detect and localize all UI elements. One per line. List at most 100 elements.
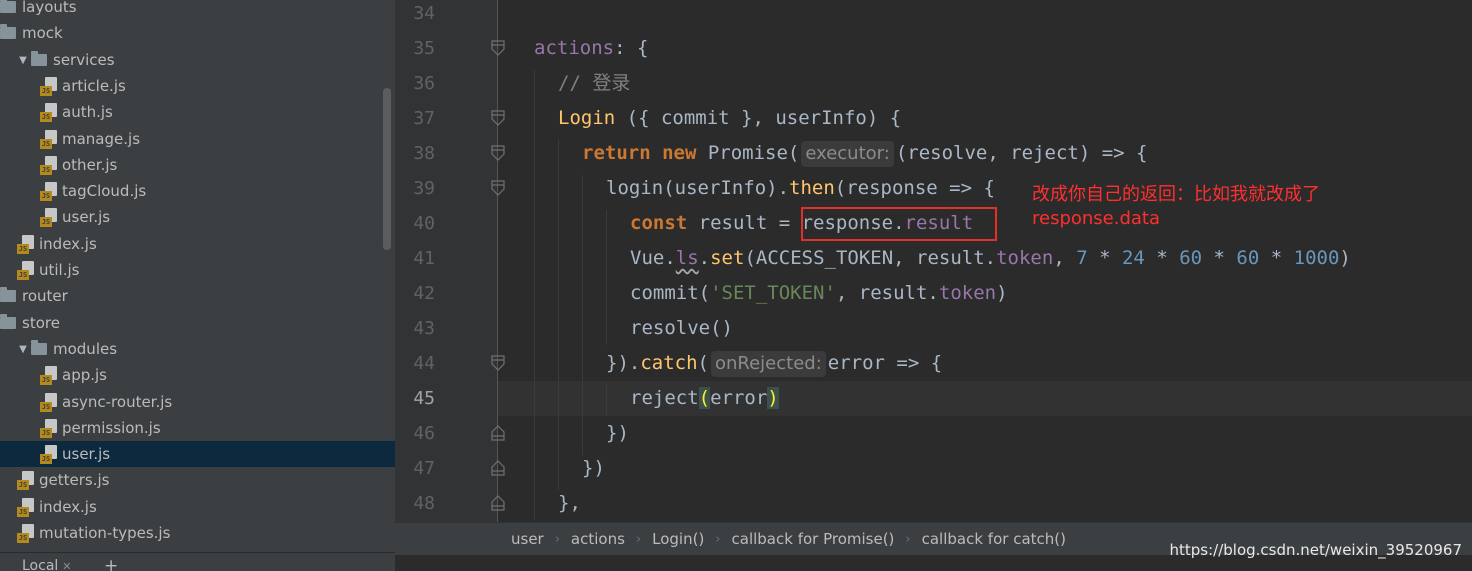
- line-number[interactable]: 36: [395, 66, 435, 101]
- terminal-tab-local[interactable]: Local ✕: [22, 558, 72, 571]
- code-line-44[interactable]: }).catch(onRejected: error => {: [606, 346, 942, 381]
- js-file-icon: JS: [40, 76, 58, 96]
- fold-marker-icon[interactable]: [491, 110, 505, 126]
- tree-item[interactable]: JS permission.js: [0, 415, 395, 441]
- annotation-text-line1: 改成你自己的返回：比如我就改成了: [1032, 184, 1320, 205]
- folder-icon: [0, 24, 16, 39]
- code-line-39[interactable]: login(userInfo).then(response => {: [606, 171, 995, 206]
- chevron-right-icon: ›: [715, 531, 721, 547]
- line-number[interactable]: 46: [395, 416, 435, 451]
- add-icon[interactable]: +: [104, 556, 118, 571]
- on-rejected-hint: onRejected:: [710, 350, 826, 377]
- breadcrumb-item[interactable]: user: [511, 530, 544, 548]
- tree-item[interactable]: mock: [0, 20, 395, 46]
- tree-item[interactable]: JS user.js: [0, 441, 395, 467]
- line-number[interactable]: 42: [395, 276, 435, 311]
- fold-marker-icon[interactable]: [491, 425, 505, 441]
- line-number[interactable]: 39: [395, 171, 435, 206]
- tree-item[interactable]: ▼ modules: [0, 336, 395, 362]
- js-file-icon: JS: [40, 444, 58, 464]
- breadcrumb-item[interactable]: Login(): [652, 530, 704, 548]
- project-tree: layouts mock ▼ services JS article.js JS auth.j…: [0, 0, 395, 552]
- code-line-43[interactable]: resolve(): [630, 311, 733, 346]
- tree-item[interactable]: layouts: [0, 0, 395, 20]
- tree-item-label: async-router.js: [62, 393, 173, 411]
- indent-guide: [606, 383, 607, 416]
- code-line-41[interactable]: Vue.ls.set(ACCESS_TOKEN, result.token, 7…: [630, 241, 1351, 276]
- folder-icon: [0, 0, 16, 13]
- code-line-37[interactable]: Login ({ commit }, userInfo) {: [558, 101, 901, 136]
- line-number[interactable]: 44: [395, 346, 435, 381]
- line-number[interactable]: 35: [395, 31, 435, 66]
- code-line-48[interactable]: },: [558, 486, 581, 521]
- tree-item[interactable]: JS tagCloud.js: [0, 178, 395, 204]
- tree-item[interactable]: JS index.js: [0, 231, 395, 257]
- code-line-42[interactable]: commit('SET_TOKEN', result.token): [630, 276, 1008, 311]
- tree-item[interactable]: JS article.js: [0, 73, 395, 99]
- watermark: https://blog.csdn.net/weixin_39520967: [1169, 541, 1462, 559]
- tree-item-label: other.js: [62, 156, 118, 174]
- tree-item-label: mock: [22, 24, 63, 42]
- breadcrumb-item[interactable]: callback for Promise(): [732, 530, 895, 548]
- code-line-47[interactable]: }): [582, 451, 605, 486]
- tree-item[interactable]: JS getters.js: [0, 467, 395, 493]
- tree-item[interactable]: JS user.js: [0, 204, 395, 230]
- code-line-46[interactable]: }): [606, 416, 629, 451]
- tree-item-label: index.js: [39, 498, 97, 516]
- line-number[interactable]: 34: [395, 0, 435, 31]
- tree-item-label: user.js: [62, 208, 111, 226]
- tree-item-label: layouts: [22, 0, 77, 16]
- tree-scrollbar[interactable]: [383, 88, 391, 250]
- chevron-right-icon: ›: [905, 531, 911, 547]
- tree-item[interactable]: ▼ services: [0, 47, 395, 73]
- tree-item[interactable]: store: [0, 310, 395, 336]
- code-line-35[interactable]: actions: {: [534, 31, 648, 66]
- tree-item[interactable]: JS index.js: [0, 494, 395, 520]
- js-file-icon: JS: [40, 129, 58, 149]
- folder-icon: [31, 340, 47, 355]
- tree-item-label: index.js: [39, 235, 97, 253]
- chevron-right-icon: ›: [554, 531, 560, 547]
- line-number[interactable]: 48: [395, 486, 435, 521]
- tree-item[interactable]: JS app.js: [0, 362, 395, 388]
- fold-marker-icon[interactable]: [491, 180, 505, 196]
- tree-item[interactable]: JS other.js: [0, 152, 395, 178]
- tree-item-label: auth.js: [62, 103, 113, 121]
- code-line-45[interactable]: reject(error): [630, 381, 779, 416]
- line-number[interactable]: 43: [395, 311, 435, 346]
- line-number[interactable]: 37: [395, 101, 435, 136]
- tree-item-label: store: [22, 314, 60, 332]
- tree-item[interactable]: JS manage.js: [0, 126, 395, 152]
- folder-icon: [0, 287, 16, 302]
- breadcrumb-item[interactable]: actions: [571, 530, 625, 548]
- tree-item[interactable]: JS mutation-types.js: [0, 520, 395, 546]
- breadcrumb-item[interactable]: callback for catch(): [922, 530, 1066, 548]
- code-editor[interactable]: 34 35 36 37 38 39 40 41 42 43 44 45 46 47 48 actions: …: [395, 0, 1472, 522]
- line-number[interactable]: 40: [395, 206, 435, 241]
- close-icon[interactable]: ✕: [62, 560, 71, 571]
- tree-item-label: services: [53, 51, 115, 69]
- tree-item[interactable]: JS auth.js: [0, 99, 395, 125]
- executor-hint: executor:: [801, 140, 894, 167]
- line-number[interactable]: 45: [395, 381, 435, 416]
- js-file-icon: JS: [40, 181, 58, 201]
- tree-item[interactable]: JS util.js: [0, 257, 395, 283]
- js-file-icon: JS: [17, 234, 35, 254]
- expand-arrow-icon[interactable]: ▼: [17, 344, 29, 355]
- fold-marker-icon[interactable]: [491, 460, 505, 476]
- code-line-36[interactable]: // 登录: [558, 66, 630, 101]
- fold-marker-icon[interactable]: [491, 355, 505, 371]
- line-number[interactable]: 38: [395, 136, 435, 171]
- fold-marker-icon[interactable]: [491, 40, 505, 56]
- line-number[interactable]: 41: [395, 241, 435, 276]
- tree-item[interactable]: JS async-router.js: [0, 389, 395, 415]
- code-line-38[interactable]: return new Promise(executor: (resolve, re…: [582, 136, 1147, 171]
- fold-marker-icon[interactable]: [491, 495, 505, 511]
- js-file-icon: JS: [40, 207, 58, 227]
- tree-item-label: mutation-types.js: [39, 524, 171, 542]
- fold-marker-icon[interactable]: [491, 145, 505, 161]
- expand-arrow-icon[interactable]: ▼: [17, 55, 29, 66]
- tree-item-label: app.js: [62, 366, 107, 384]
- tree-item[interactable]: router: [0, 283, 395, 309]
- line-number[interactable]: 47: [395, 451, 435, 486]
